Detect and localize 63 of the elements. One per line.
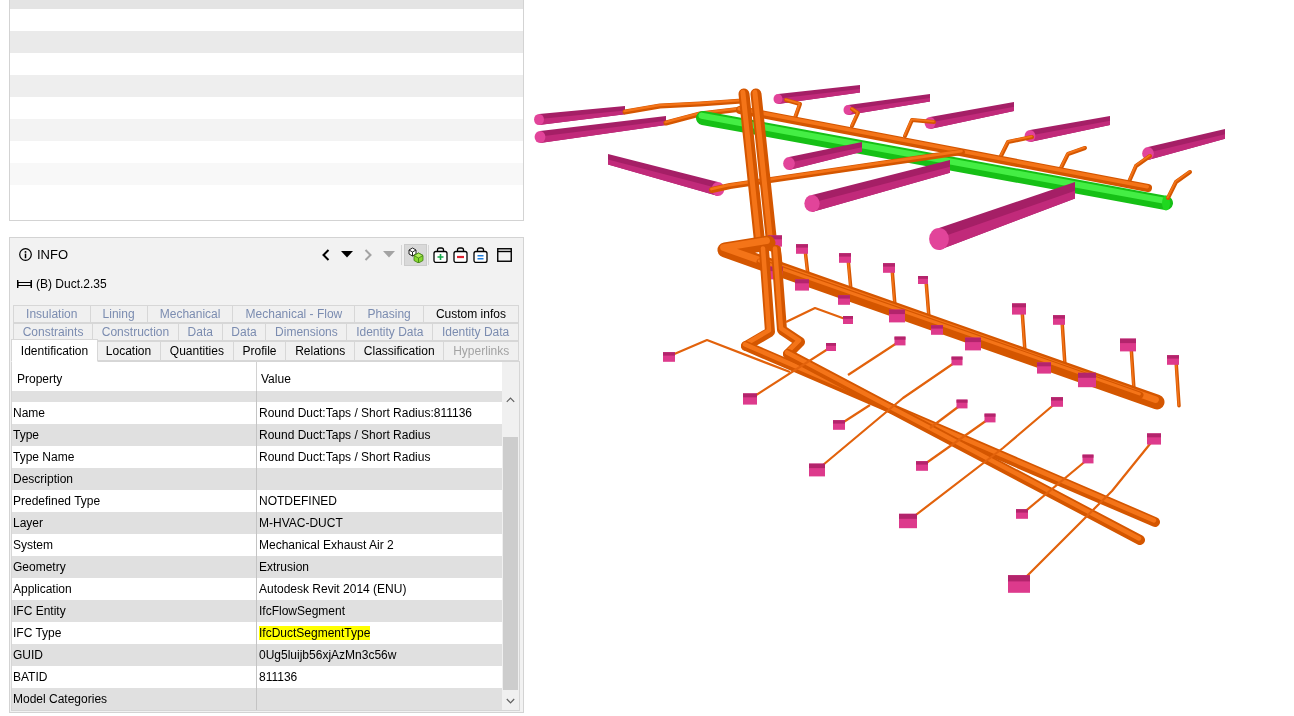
segment-icon [17,280,32,288]
property-name: Description [13,472,74,486]
isolate-button[interactable] [404,243,427,266]
panel-title: INFO [37,247,69,262]
tab[interactable]: Custom infos [423,305,519,323]
property-value: IfcDuctSegmentType [259,626,371,640]
window-icon [496,247,512,262]
bag-plus-icon [432,246,448,263]
tab[interactable]: Insulation [13,305,91,323]
property-value: 0Ug5luijb56xjAzMn3c56w [259,648,397,662]
property-value: Extrusion [259,560,310,574]
caret-down-icon [382,251,395,258]
bag-minus-icon [452,246,468,263]
property-name: Type Name [13,450,75,464]
tab[interactable]: Location [97,341,162,361]
property-value: M-HVAC-DUCT [259,516,343,530]
property-value: IfcFlowSegment [259,604,346,618]
scroll-thumb[interactable] [503,437,518,690]
property-name: Predefined Type [13,494,101,508]
tab[interactable]: Mechanical [147,305,234,323]
property-name: Type [13,428,39,442]
chevron-left-icon [321,248,330,261]
tab[interactable]: Construction [93,323,179,341]
chevron-up-icon [506,397,515,403]
property-name: IFC Entity [13,604,66,618]
property-value: Round Duct:Taps / Short Radius [259,428,431,442]
tab[interactable]: Lining [90,305,148,323]
column-header[interactable]: Value [257,362,502,391]
property-name: System [13,538,53,552]
tab[interactable]: Identity Data [433,323,519,341]
property-name: Application [13,582,72,596]
property-name: IFC Type [13,626,62,640]
property-name: Layer [13,516,44,530]
property-name: GUID [13,648,43,662]
chevron-right-icon [363,248,372,261]
tab[interactable]: Dimensions [266,323,348,341]
scrollbar[interactable] [502,362,519,710]
bag-equal-icon [472,246,488,263]
property-value: Round Duct:Taps / Short Radius [259,450,431,464]
cubes-icon [407,246,424,263]
caret-down-icon [340,251,353,258]
property-name: Model Categories [13,692,108,706]
tab[interactable]: Data [222,323,267,341]
property-value: 811136 [259,670,298,684]
tab[interactable]: Identity Data [347,323,434,341]
tab[interactable]: Classification [355,341,445,361]
tab[interactable]: Mechanical - Flow [233,305,356,323]
tab[interactable]: Profile [233,341,287,361]
property-value: Mechanical Exhaust Air 2 [259,538,394,552]
chevron-down-icon [506,698,515,704]
tab[interactable]: Identification [11,339,99,362]
info-icon [19,248,32,261]
property-value: NOTDEFINED [259,494,337,508]
tab[interactable]: Data [178,323,223,341]
tab[interactable]: Relations [286,341,356,361]
property-value: Round Duct:Taps / Short Radius:811136 [259,406,473,420]
property-name: BATID [13,670,48,684]
property-value: Autodesk Revit 2014 (ENU) [259,582,407,596]
selection-label: (B) Duct.2.35 [36,277,107,291]
property-name: Geometry [13,560,66,574]
tab[interactable]: Quantities [161,341,234,361]
tab[interactable]: Phasing [355,305,424,323]
property-name: Name [13,406,45,420]
